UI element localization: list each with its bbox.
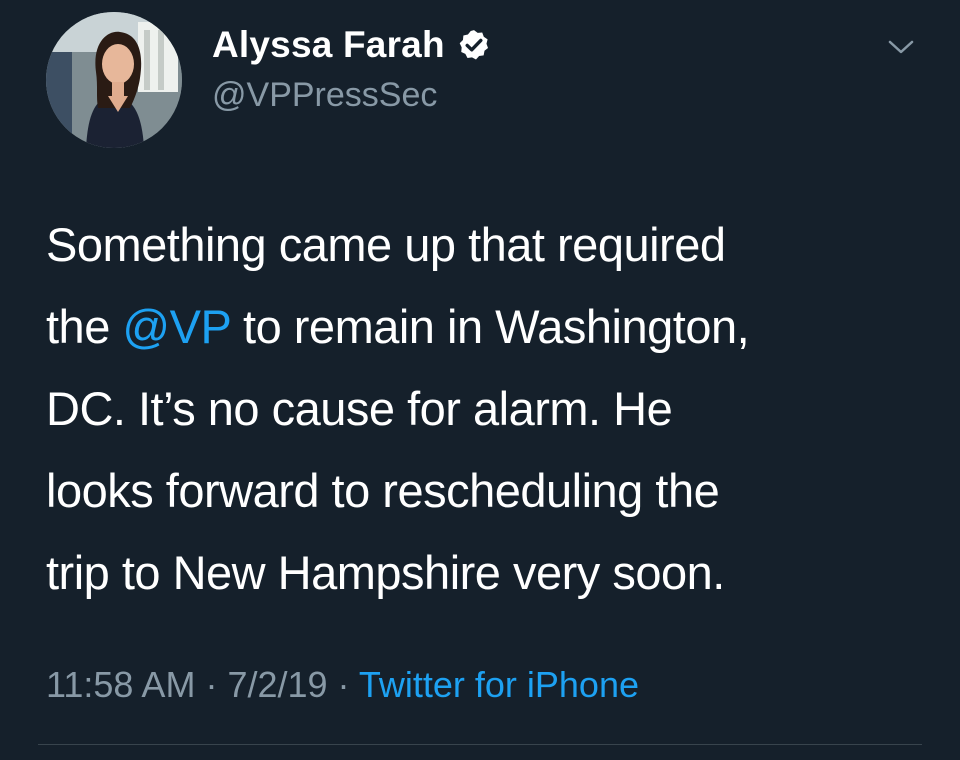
meta-separator: · xyxy=(195,664,228,705)
tweet-source-link[interactable]: Twitter for iPhone xyxy=(359,664,639,705)
tweet-meta: 11:58 AM · 7/2/19 · Twitter for iPhone xyxy=(46,664,639,706)
tweet-text-line: the @VP to remain in Washington, xyxy=(46,286,926,368)
tweet-card: Alyssa Farah @VPPressSec Something came … xyxy=(0,0,960,760)
tweet-text-line: trip to New Hampshire very soon. xyxy=(46,546,725,599)
avatar[interactable] xyxy=(46,12,182,148)
author-name-row[interactable]: Alyssa Farah xyxy=(212,22,491,68)
tweet-text: Something came up that required the @VP … xyxy=(46,204,926,614)
tweet-text-line: Something came up that required xyxy=(46,218,726,271)
profile-photo-icon xyxy=(46,12,182,148)
tweet-date[interactable]: 7/2/19 xyxy=(227,664,327,705)
meta-separator: · xyxy=(327,664,359,705)
mention-link[interactable]: @VP xyxy=(122,300,231,353)
author-display-name[interactable]: Alyssa Farah xyxy=(212,24,445,66)
verified-badge-icon xyxy=(457,28,491,62)
chevron-down-icon[interactable] xyxy=(886,36,916,58)
author-handle[interactable]: @VPPressSec xyxy=(212,76,437,115)
tweet-text-line: looks forward to rescheduling the xyxy=(46,464,720,517)
tweet-text-segment: the xyxy=(46,300,123,353)
tweet-text-line: DC. It’s no cause for alarm. He xyxy=(46,382,673,435)
tweet-text-segment: to remain in Washington, xyxy=(230,300,750,353)
tweet-time[interactable]: 11:58 AM xyxy=(46,664,195,705)
divider xyxy=(38,744,922,745)
